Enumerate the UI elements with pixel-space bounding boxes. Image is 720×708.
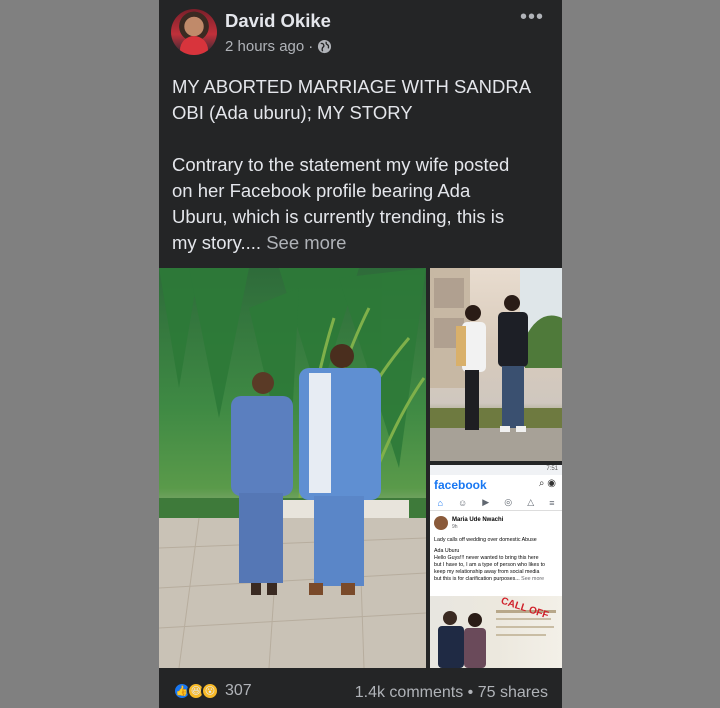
mini-menu-icon: ≡ <box>549 497 555 508</box>
mini-status-bar: 7:51 <box>430 465 562 475</box>
more-options-icon[interactable]: ••• <box>520 6 544 29</box>
mini-post-image-illustration <box>438 610 556 668</box>
mini-post-text: Lady calls off wedding over domestic Abu… <box>434 537 546 582</box>
post-meta: 2 hours ago · <box>225 38 332 55</box>
see-more-link[interactable]: See more <box>266 232 346 253</box>
author-name[interactable]: David Okike <box>225 10 331 32</box>
reaction-count: 307 <box>225 682 252 699</box>
mini-watch-icon: ▶ <box>482 497 490 507</box>
post-title: MY ABORTED MARRIAGE WITH SANDRA OBI (Ada… <box>172 76 532 123</box>
post-photo-couple-standing[interactable] <box>159 268 426 668</box>
mini-friends-icon: ☺ <box>458 497 468 508</box>
globe-icon <box>318 39 332 54</box>
mini-groups-icon: ◎ <box>504 497 513 507</box>
post-time[interactable]: 2 hours ago <box>225 38 304 55</box>
post-photo-facebook-screenshot[interactable]: 7:51 facebook ⌕ ◉ ⌂ ☺ ▶ ◎ △ ≡ Maria Ude … <box>430 465 562 668</box>
mini-post-time: 9h <box>452 524 458 530</box>
mini-post-image <box>430 596 562 668</box>
post-photo-couple-outdoor[interactable] <box>430 268 562 461</box>
mini-bell-icon: △ <box>527 497 535 507</box>
shares-count[interactable]: 75 shares <box>478 684 548 701</box>
mini-home-icon: ⌂ <box>437 497 443 508</box>
comments-count[interactable]: 1.4k comments <box>355 684 463 701</box>
author-avatar[interactable] <box>171 9 217 55</box>
mini-facebook-logo: facebook <box>434 478 487 492</box>
post-header: David Okike 2 hours ago · ••• <box>159 0 562 62</box>
mini-nav-bar: ⌂ ☺ ▶ ◎ △ ≡ <box>430 495 562 511</box>
mini-post-author: Maria Ude Nwachi <box>452 517 504 523</box>
wow-icon: 😮 <box>201 682 219 700</box>
post-body: Contrary to the statement my wife posted… <box>172 154 510 253</box>
photo-couple-illustration <box>159 268 426 668</box>
mini-author-avatar <box>434 516 448 530</box>
reactions-summary[interactable]: 👍 😆 😮 307 <box>173 682 252 700</box>
photo-couple-outdoor-illustration <box>430 268 562 461</box>
engagement-stats: 1.4k comments • 75 shares <box>354 684 548 701</box>
post-card: David Okike 2 hours ago · ••• MY ABORTED… <box>159 0 562 708</box>
mini-search-messenger-icons: ⌕ ◉ <box>538 478 556 489</box>
post-footer: 👍 😆 😮 307 1.4k comments • 75 shares <box>159 676 562 708</box>
